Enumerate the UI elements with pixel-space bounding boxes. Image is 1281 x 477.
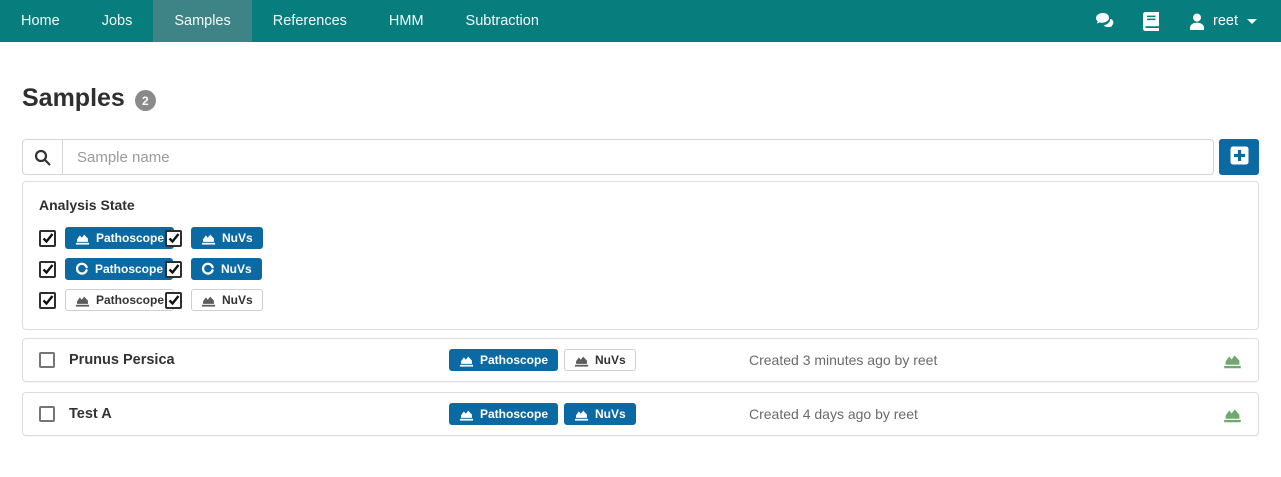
sample-name[interactable]: Prunus Persica [69, 352, 449, 368]
search-input[interactable] [62, 139, 1214, 175]
search-toolbar [22, 139, 1259, 175]
user-icon [1187, 11, 1207, 31]
top-navbar: Home Jobs Samples References HMM Subtrac… [0, 0, 1281, 42]
checkbox-checked[interactable] [39, 230, 56, 247]
analysis-state-options: Pathoscope NuVs [39, 227, 1242, 311]
analysis-state-title: Analysis State [39, 197, 1242, 213]
checkbox-checked[interactable] [165, 292, 182, 309]
created-label: Created 3 minutes ago by reet [749, 352, 1218, 368]
book-icon[interactable] [1141, 11, 1161, 31]
checkbox-checked[interactable] [39, 292, 56, 309]
checkbox-checked[interactable] [165, 261, 182, 278]
badge-label: Pathoscope [480, 353, 548, 367]
badge-label: NuVs [222, 293, 253, 307]
badge-label: Pathoscope [480, 407, 548, 421]
nav-item-home[interactable]: Home [0, 0, 81, 42]
badge-label: NuVs [222, 231, 253, 245]
search-icon [22, 139, 62, 175]
spinner-icon [75, 262, 89, 276]
chart-area-icon [75, 231, 90, 246]
created-label: Created 4 days ago by reet [749, 406, 1218, 422]
chart-area-icon [201, 293, 216, 308]
chart-area-icon[interactable] [1218, 405, 1242, 424]
pathoscope-badge[interactable]: Pathoscope [65, 227, 174, 249]
chart-area-icon [201, 231, 216, 246]
filter-option-nuvs-ready: NuVs [165, 227, 263, 249]
checkbox-checked[interactable] [165, 230, 182, 247]
filter-option-pathoscope-ready: Pathoscope [39, 227, 165, 249]
main-content: Samples 2 Analysis State [0, 84, 1281, 436]
nav-item-subtraction[interactable]: Subtraction [445, 0, 560, 42]
sample-count-badge: 2 [135, 90, 156, 111]
chart-area-icon [459, 353, 474, 368]
badge-label: Pathoscope [95, 262, 163, 276]
page-title: Samples [22, 84, 125, 113]
pathoscope-none-badge[interactable]: Pathoscope [65, 289, 174, 311]
search-group [22, 139, 1214, 175]
nuvs-none-badge[interactable]: NuVs [191, 289, 263, 311]
page-header: Samples 2 [22, 84, 1259, 113]
comments-icon[interactable] [1095, 11, 1115, 31]
chart-area-icon [75, 293, 90, 308]
username-label: reet [1213, 13, 1238, 29]
badge-label: NuVs [595, 353, 626, 367]
pathoscope-badge[interactable]: Pathoscope [449, 403, 558, 425]
plus-square-icon [1230, 146, 1249, 168]
filter-option-pathoscope-running: Pathoscope [39, 258, 165, 280]
badge-label: Pathoscope [96, 231, 164, 245]
sample-row[interactable]: Test A Pathoscope NuVs Created 4 days ag… [22, 392, 1259, 436]
nav-item-samples[interactable]: Samples [153, 0, 251, 42]
checkbox-checked[interactable] [39, 261, 56, 278]
nav-item-jobs[interactable]: Jobs [81, 0, 154, 42]
chevron-down-icon [1247, 19, 1257, 24]
nav-right-group: reet [1095, 0, 1281, 42]
checkbox-unchecked[interactable] [39, 352, 55, 368]
nav-menu: Home Jobs Samples References HMM Subtrac… [0, 0, 560, 42]
badge-label: NuVs [595, 407, 626, 421]
analysis-badges: Pathoscope NuVs [449, 349, 749, 371]
nuvs-badge[interactable]: NuVs [191, 227, 263, 249]
chart-area-icon [574, 353, 589, 368]
pathoscope-badge[interactable]: Pathoscope [449, 349, 558, 371]
nuvs-running-badge[interactable]: NuVs [191, 258, 262, 280]
analysis-badges: Pathoscope NuVs [449, 403, 749, 425]
nuvs-badge[interactable]: NuVs [564, 349, 636, 371]
spinner-icon [201, 262, 215, 276]
chart-area-icon[interactable] [1218, 351, 1242, 370]
sample-list: Prunus Persica Pathoscope NuVs Created 3… [22, 338, 1259, 436]
filter-option-nuvs-running: NuVs [165, 258, 263, 280]
badge-label: NuVs [221, 262, 252, 276]
filter-option-nuvs-none: NuVs [165, 289, 263, 311]
user-menu[interactable]: reet [1187, 11, 1257, 31]
create-sample-button[interactable] [1219, 139, 1259, 175]
nuvs-badge[interactable]: NuVs [564, 403, 636, 425]
chart-area-icon [459, 407, 474, 422]
badge-label: Pathoscope [96, 293, 164, 307]
checkbox-unchecked[interactable] [39, 406, 55, 422]
chart-area-icon [574, 407, 589, 422]
analysis-state-panel: Analysis State Pathoscope NuVs [22, 181, 1259, 330]
nav-item-references[interactable]: References [252, 0, 368, 42]
sample-row[interactable]: Prunus Persica Pathoscope NuVs Created 3… [22, 338, 1259, 382]
pathoscope-running-badge[interactable]: Pathoscope [65, 258, 173, 280]
nav-item-hmm[interactable]: HMM [368, 0, 445, 42]
sample-name[interactable]: Test A [69, 406, 449, 422]
filter-option-pathoscope-none: Pathoscope [39, 289, 165, 311]
